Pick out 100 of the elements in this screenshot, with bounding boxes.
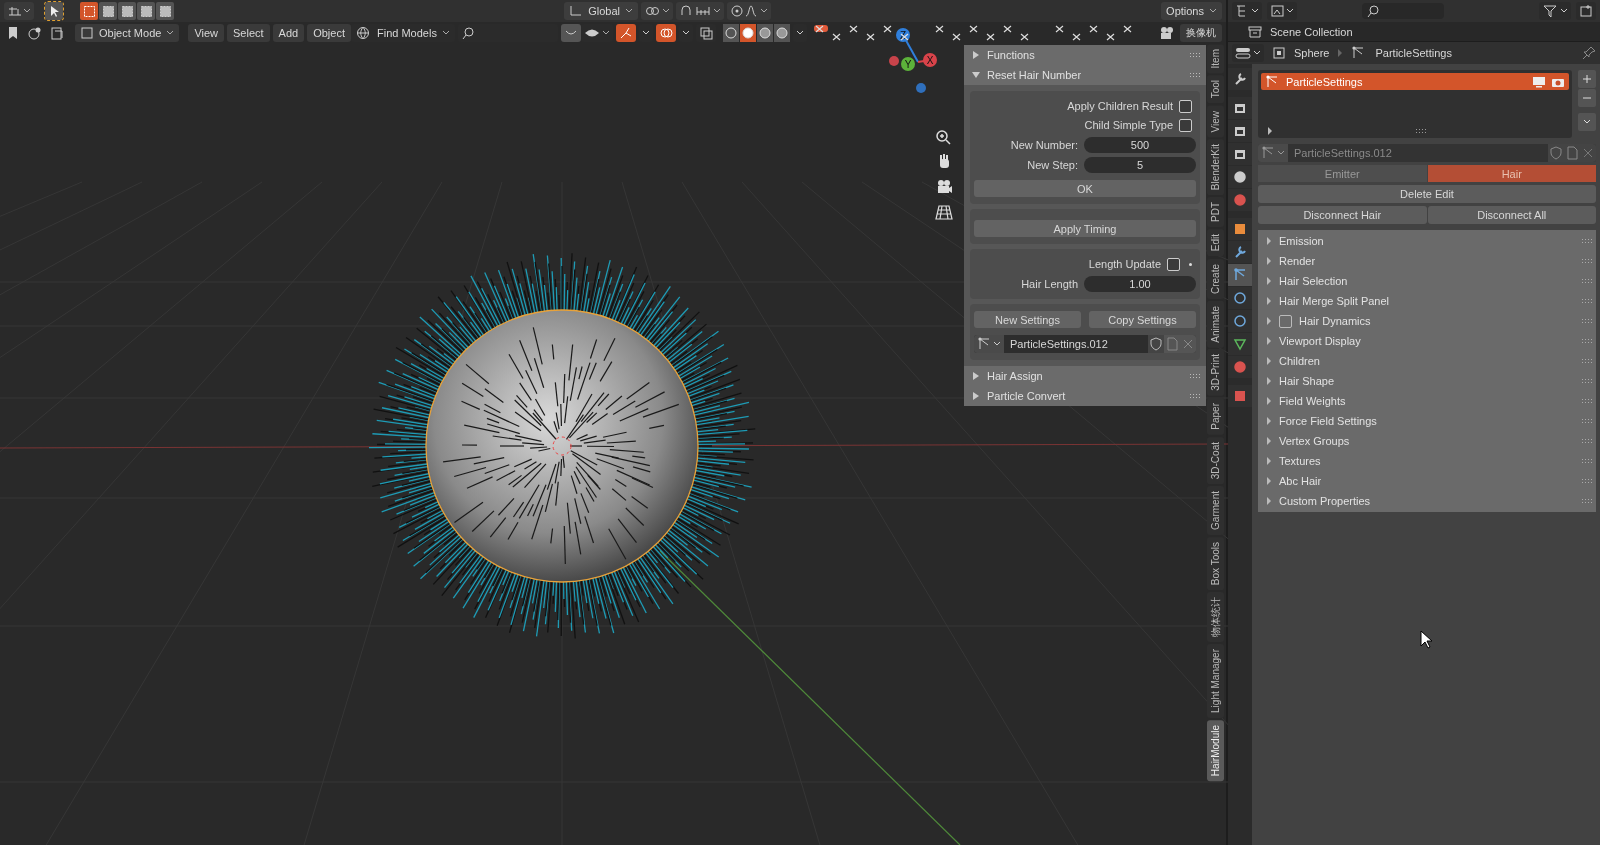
grip-icon[interactable] bbox=[1582, 419, 1592, 423]
particles-dropdown[interactable] bbox=[1258, 144, 1288, 162]
shield-icon[interactable] bbox=[1548, 144, 1564, 162]
disconnect-button[interactable]: Disconnect Hair bbox=[1258, 206, 1427, 224]
shading-mode-button[interactable] bbox=[756, 24, 773, 42]
properties-tab[interactable] bbox=[1228, 385, 1252, 407]
panel-header[interactable]: Custom Properties bbox=[1258, 491, 1596, 511]
panel-header[interactable]: Force Field Settings bbox=[1258, 411, 1596, 431]
sidebar-tab[interactable]: 物体统计 bbox=[1207, 592, 1224, 643]
apply-timing-button[interactable]: Apply Timing bbox=[974, 220, 1196, 237]
switch-camera-button[interactable]: 换像机 bbox=[1179, 24, 1222, 42]
shading-mode-button[interactable] bbox=[722, 24, 739, 42]
panel-header[interactable]: Viewport Display bbox=[1258, 331, 1596, 351]
negative-axis-dot[interactable] bbox=[916, 83, 926, 93]
grip-icon[interactable] bbox=[1582, 339, 1592, 343]
shading-mode-button[interactable] bbox=[773, 24, 790, 42]
grip-icon[interactable] bbox=[1582, 479, 1592, 483]
checkbox[interactable] bbox=[1167, 257, 1180, 271]
zoom-icon[interactable] bbox=[936, 130, 951, 145]
grip-icon[interactable] bbox=[1582, 439, 1592, 443]
proportional-editing-button[interactable] bbox=[726, 2, 771, 20]
panel-header[interactable]: Hair Merge Split Panel bbox=[1258, 291, 1596, 311]
sidebar-tab[interactable]: Garment bbox=[1207, 486, 1224, 535]
panel-header[interactable]: Field Weights bbox=[1258, 391, 1596, 411]
panel-header[interactable]: Emission bbox=[1258, 231, 1596, 251]
number-field[interactable]: 500 bbox=[1084, 136, 1196, 153]
bookmark-icon[interactable] bbox=[6, 26, 20, 40]
remove-button[interactable] bbox=[1578, 89, 1596, 107]
properties-tab[interactable] bbox=[1228, 287, 1252, 309]
settings-button[interactable]: New Settings bbox=[974, 311, 1081, 328]
snapping-button[interactable] bbox=[675, 2, 724, 20]
camera-icon[interactable] bbox=[1158, 26, 1175, 40]
delete-edit-button[interactable]: Delete Edit bbox=[1258, 185, 1596, 203]
selection-mode-button[interactable] bbox=[80, 2, 98, 20]
grip-icon[interactable] bbox=[1582, 399, 1592, 403]
gizmo-toggle-button[interactable] bbox=[615, 24, 636, 42]
properties-tab[interactable] bbox=[1228, 189, 1252, 211]
grip-icon[interactable] bbox=[1190, 394, 1200, 398]
panel-header[interactable]: Hair Shape bbox=[1258, 371, 1596, 391]
sidebar-tab[interactable]: 3D-Coat bbox=[1207, 436, 1224, 484]
grip-icon[interactable] bbox=[1582, 499, 1592, 503]
disconnect-button[interactable]: Disconnect All bbox=[1427, 206, 1596, 224]
panel-header[interactable]: Particle Convert bbox=[964, 386, 1206, 406]
properties-tab[interactable] bbox=[1228, 218, 1252, 240]
properties-tab[interactable] bbox=[1228, 310, 1252, 332]
dropdown-button[interactable] bbox=[560, 24, 581, 42]
checkbox[interactable] bbox=[1279, 314, 1292, 328]
panel-header[interactable]: Hair Dynamics bbox=[1258, 311, 1596, 331]
overlays-toggle-button[interactable] bbox=[655, 24, 676, 42]
sidebar-tab[interactable]: Light Manager bbox=[1207, 644, 1224, 719]
selection-mode-button[interactable] bbox=[118, 2, 136, 20]
panel-header[interactable]: Textures bbox=[1258, 451, 1596, 471]
type-tab[interactable]: Hair bbox=[1427, 165, 1596, 182]
negative-axis-dot[interactable] bbox=[889, 56, 899, 66]
editor-type-button[interactable] bbox=[4, 2, 34, 20]
grip-icon[interactable] bbox=[1582, 279, 1592, 283]
options-dropdown[interactable]: Options bbox=[1161, 2, 1222, 20]
sidebar-tab[interactable]: View bbox=[1207, 105, 1224, 138]
panel-header[interactable]: Functions bbox=[964, 45, 1206, 65]
selection-mode-button[interactable] bbox=[156, 2, 174, 20]
sidebar-tab[interactable]: Create bbox=[1207, 258, 1224, 299]
checkbox[interactable] bbox=[1179, 99, 1192, 113]
sidebar-tab[interactable]: Animate bbox=[1207, 300, 1224, 348]
editor-type-button[interactable] bbox=[1232, 44, 1264, 62]
shield-icon[interactable] bbox=[1148, 335, 1164, 353]
pin-icon[interactable] bbox=[1582, 46, 1596, 60]
grip-icon[interactable] bbox=[1582, 459, 1592, 463]
sidebar-tab[interactable]: HairModule bbox=[1207, 720, 1224, 782]
panel-header[interactable]: Children bbox=[1258, 351, 1596, 371]
panel-header[interactable]: Hair Selection bbox=[1258, 271, 1596, 291]
checkbox[interactable] bbox=[1179, 118, 1192, 132]
camera-icon[interactable] bbox=[938, 180, 952, 193]
select-tool-button[interactable] bbox=[45, 2, 63, 20]
add-button[interactable] bbox=[1578, 70, 1596, 88]
grip-icon[interactable] bbox=[1582, 379, 1592, 383]
settings-button[interactable]: Copy Settings bbox=[1089, 311, 1196, 328]
orientation-dropdown[interactable]: Global bbox=[564, 2, 638, 20]
properties-tab[interactable] bbox=[1228, 68, 1252, 90]
sidebar-tab[interactable]: Tool bbox=[1207, 75, 1224, 104]
grip-icon[interactable] bbox=[1582, 239, 1592, 243]
menu-button[interactable]: Add bbox=[272, 24, 305, 42]
panel-header[interactable]: Hair Assign bbox=[964, 366, 1206, 386]
new-collection-button[interactable] bbox=[1576, 2, 1596, 20]
sidebar-tab[interactable]: 3D-Print bbox=[1207, 349, 1224, 397]
grip-icon[interactable] bbox=[1582, 359, 1592, 363]
collection-label[interactable]: Scene Collection bbox=[1270, 25, 1353, 38]
properties-tab[interactable] bbox=[1228, 241, 1252, 263]
panel-header[interactable]: Abc Hair bbox=[1258, 471, 1596, 491]
ok-button[interactable]: OK bbox=[974, 180, 1196, 197]
grip-icon[interactable] bbox=[1582, 299, 1592, 303]
shading-mode-button[interactable] bbox=[739, 24, 756, 42]
monitor-icon[interactable] bbox=[1532, 75, 1546, 88]
search-field[interactable] bbox=[1362, 3, 1444, 19]
menu-button[interactable]: Object bbox=[307, 24, 351, 42]
sidebar-tab[interactable]: Edit bbox=[1207, 229, 1224, 257]
properties-tab[interactable] bbox=[1228, 356, 1252, 378]
document-icon[interactable] bbox=[50, 26, 64, 40]
view-icon[interactable] bbox=[27, 26, 43, 40]
list-item[interactable]: ParticleSettings bbox=[1261, 73, 1569, 90]
selection-mode-button[interactable] bbox=[99, 2, 117, 20]
